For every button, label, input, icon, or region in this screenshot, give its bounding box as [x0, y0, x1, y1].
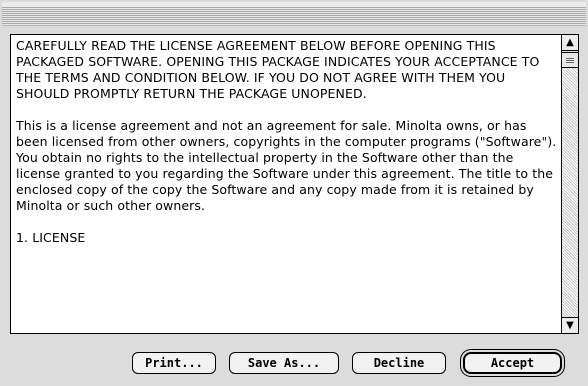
license-paragraph: 1. LICENSE	[16, 230, 86, 245]
scroll-thumb[interactable]	[562, 52, 578, 68]
license-text: CAREFULLY READ THE LICENSE AGREEMENT BEL…	[16, 38, 560, 262]
accept-button[interactable]: Accept	[463, 352, 562, 374]
license-paragraph: CAREFULLY READ THE LICENSE AGREEMENT BEL…	[16, 38, 544, 101]
button-row: Print... Save As... Decline Accept	[0, 346, 588, 382]
license-paragraph: This is a license agreement and not an a…	[16, 118, 561, 213]
title-bar[interactable]	[2, 2, 586, 26]
decline-button[interactable]: Decline	[352, 352, 446, 374]
save-as-button[interactable]: Save As...	[229, 352, 339, 374]
scroll-down-arrow-icon[interactable]: ▼	[562, 317, 578, 333]
vertical-scrollbar[interactable]: ▲ ▼	[561, 34, 579, 334]
license-dialog: CAREFULLY READ THE LICENSE AGREEMENT BEL…	[0, 0, 588, 386]
print-button[interactable]: Print...	[132, 352, 216, 374]
license-text-area[interactable]: CAREFULLY READ THE LICENSE AGREEMENT BEL…	[10, 34, 562, 334]
scroll-up-arrow-icon[interactable]: ▲	[562, 35, 578, 51]
